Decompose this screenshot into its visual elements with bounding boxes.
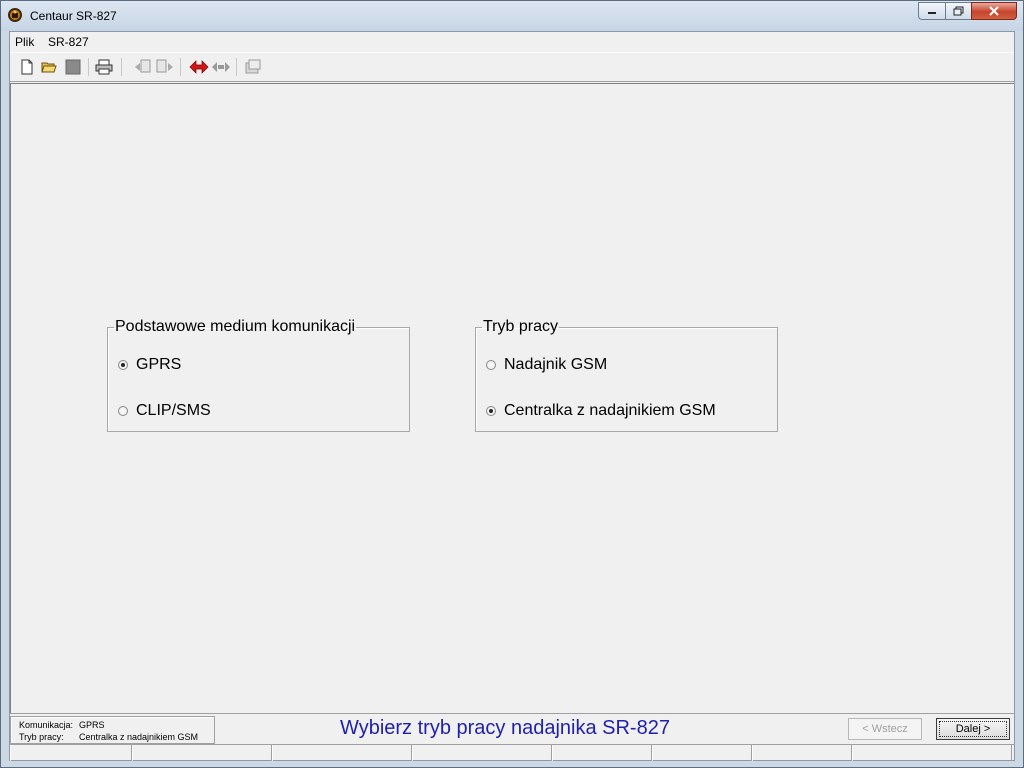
group-mode: Tryb pracy Nadajnik GSM Centralka z nada… bbox=[475, 318, 778, 432]
comm-key: Komunikacja: bbox=[19, 720, 74, 730]
title-bar[interactable]: Centaur SR-827 bbox=[1, 1, 1023, 31]
summary-box: Komunikacja: GPRS Tryb pracy: Centralka z … bbox=[10, 716, 215, 744]
status-panel bbox=[652, 745, 752, 761]
save-button[interactable] bbox=[62, 57, 83, 77]
mode-value: Centralka z nadajnikiem GSM bbox=[79, 732, 199, 742]
radio-clip-sms[interactable]: CLIP/SMS bbox=[118, 402, 211, 420]
save-icon bbox=[65, 59, 80, 75]
minimize-icon bbox=[928, 12, 936, 14]
print-button[interactable] bbox=[93, 57, 114, 77]
menu-sr827[interactable]: SR-827 bbox=[48, 35, 89, 49]
caption-buttons bbox=[918, 2, 1017, 21]
open-icon bbox=[40, 62, 57, 73]
status-panel bbox=[132, 745, 272, 761]
copy-left-icon bbox=[134, 59, 150, 73]
group-mode-legend: Tryb pracy bbox=[483, 318, 558, 335]
copy-right-icon bbox=[156, 59, 173, 73]
status-panel bbox=[10, 745, 132, 761]
radio-gprs-label: GPRS bbox=[136, 356, 182, 373]
print-icon bbox=[95, 59, 112, 75]
transfer-icon bbox=[189, 60, 208, 74]
minimize-button[interactable] bbox=[918, 2, 945, 20]
wizard-footer: Komunikacja: GPRS Tryb pracy: Centralka z … bbox=[10, 713, 1014, 744]
centaur-app-icon bbox=[8, 8, 22, 22]
settings-button[interactable] bbox=[242, 57, 263, 77]
comm-value: GPRS bbox=[79, 720, 105, 730]
status-panel bbox=[752, 745, 852, 761]
app-window: Centaur SR-827 Plik SR-827 Podstawowe me… bbox=[0, 0, 1024, 768]
radio-clip-sms-label: CLIP/SMS bbox=[136, 402, 211, 419]
client-area: Plik SR-827 Podstawowe medium komunikacj… bbox=[9, 31, 1015, 761]
radio-indicator[interactable] bbox=[486, 406, 496, 416]
back-button[interactable]: < Wstecz bbox=[848, 718, 922, 740]
window-title: Centaur SR-827 bbox=[30, 9, 117, 23]
radio-nadajnik-gsm-label: Nadajnik GSM bbox=[504, 356, 608, 373]
next-button[interactable]: Dalej > bbox=[936, 718, 1010, 740]
disconnect-button[interactable] bbox=[210, 57, 231, 77]
status-panel bbox=[552, 745, 652, 761]
close-icon bbox=[989, 6, 999, 16]
settings-icon bbox=[245, 59, 260, 74]
transfer-button[interactable] bbox=[188, 57, 209, 77]
menu-bar: Plik SR-827 bbox=[10, 32, 1014, 51]
copy-left-button[interactable] bbox=[132, 57, 153, 77]
radio-centralka[interactable]: Centralka z nadajnikiem GSM bbox=[486, 402, 716, 420]
wizard-prompt: Wybierz tryb pracy nadajnika SR-827 bbox=[340, 717, 670, 739]
status-panel bbox=[272, 745, 412, 761]
status-panel bbox=[412, 745, 552, 761]
menu-plik[interactable]: Plik bbox=[15, 35, 34, 49]
disconnect-icon bbox=[211, 62, 230, 72]
main-panel: Podstawowe medium komunikacji GPRS CLIP/… bbox=[10, 83, 1014, 713]
radio-nadajnik-gsm[interactable]: Nadajnik GSM bbox=[486, 356, 607, 374]
toolbar-separator bbox=[236, 58, 237, 76]
toolbar-separator bbox=[88, 58, 89, 76]
open-button[interactable] bbox=[38, 57, 59, 77]
radio-centralka-label: Centralka z nadajnikiem GSM bbox=[504, 402, 716, 419]
status-bar bbox=[10, 744, 1014, 762]
radio-gprs[interactable]: GPRS bbox=[118, 356, 181, 374]
group-medium-legend: Podstawowe medium komunikacji bbox=[115, 318, 356, 335]
new-button[interactable] bbox=[16, 57, 37, 77]
radio-indicator[interactable] bbox=[486, 360, 496, 370]
new-icon bbox=[21, 59, 32, 75]
restore-icon bbox=[953, 6, 963, 16]
group-medium: Podstawowe medium komunikacji GPRS CLIP/… bbox=[107, 318, 410, 432]
mode-key: Tryb pracy: bbox=[19, 732, 64, 742]
toolbar bbox=[10, 52, 1014, 82]
toolbar-separator bbox=[180, 58, 181, 76]
close-button[interactable] bbox=[971, 2, 1017, 20]
copy-right-button[interactable] bbox=[154, 57, 175, 77]
toolbar-separator bbox=[121, 58, 122, 76]
radio-indicator[interactable] bbox=[118, 406, 128, 416]
status-panel bbox=[852, 745, 1012, 761]
maximize-button[interactable] bbox=[945, 2, 971, 20]
radio-indicator[interactable] bbox=[118, 360, 128, 370]
